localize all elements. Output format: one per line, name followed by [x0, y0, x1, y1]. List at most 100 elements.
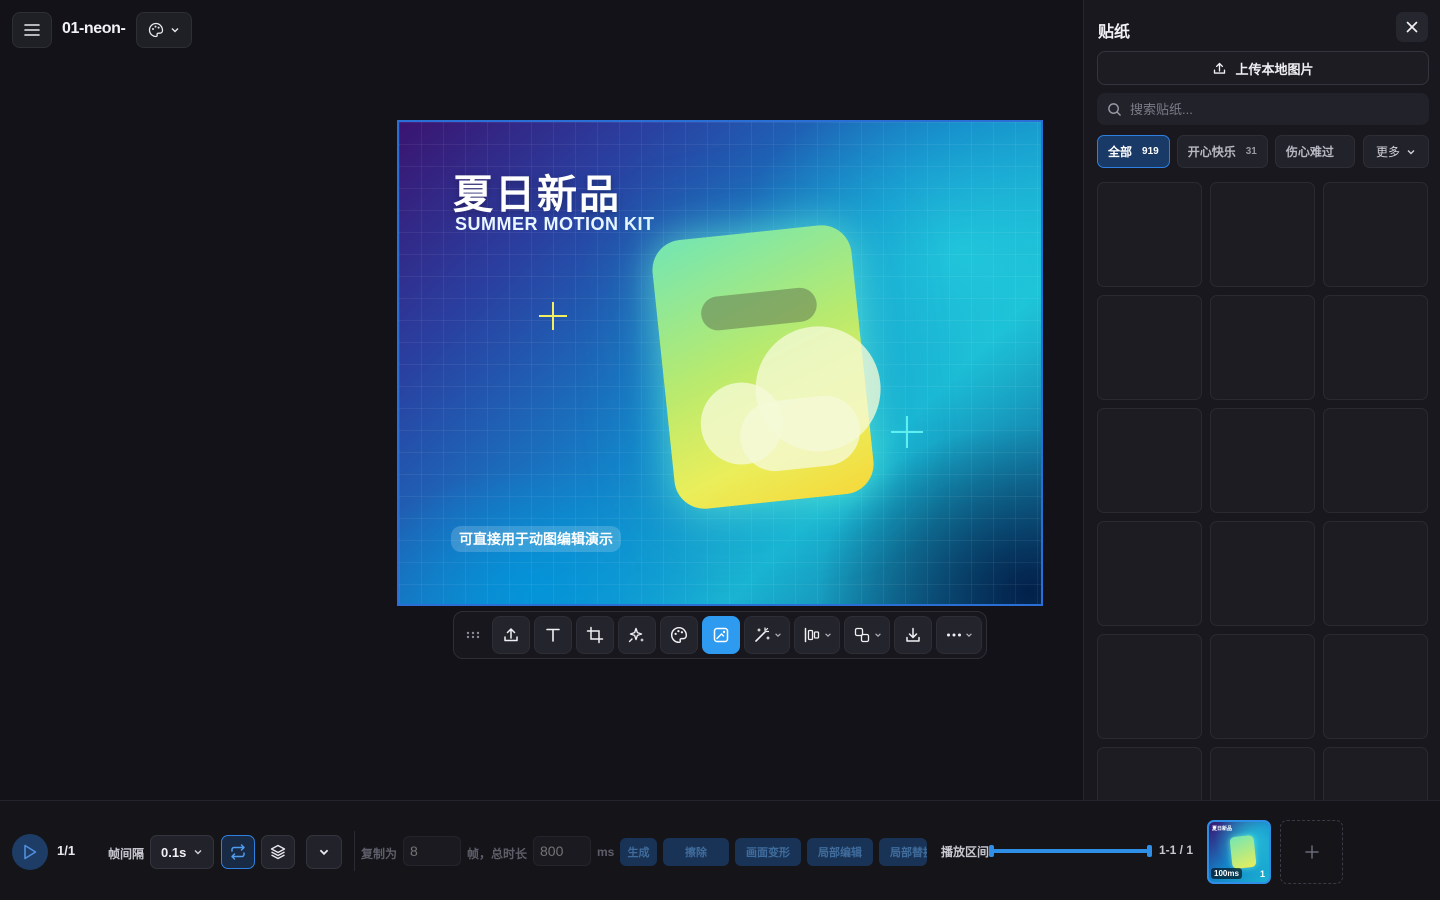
crop-tool-button[interactable] — [576, 616, 614, 654]
sticker-cell[interactable] — [1210, 634, 1315, 739]
sticker-cell[interactable] — [1210, 521, 1315, 626]
more-categories-button[interactable]: 更多 — [1363, 135, 1429, 168]
image-edit-tool-button[interactable] — [702, 616, 740, 654]
sticker-cell[interactable] — [1323, 295, 1428, 400]
text-icon — [546, 628, 560, 642]
document-title[interactable]: 01-neon- — [62, 20, 128, 38]
collapse-timeline-button[interactable] — [306, 835, 342, 869]
chevron-down-icon — [824, 633, 831, 637]
category-tabs: 全部 919 开心快乐 31 伤心难过 — [1097, 135, 1357, 168]
menu-button[interactable] — [12, 12, 52, 48]
warp-button[interactable]: 画面变形 — [735, 838, 801, 866]
ai-sparkle-tool-button[interactable] — [618, 616, 656, 654]
frame-index: 1 — [1259, 869, 1265, 879]
chevron-down-icon — [965, 633, 972, 637]
drag-handle-icon[interactable] — [458, 616, 488, 654]
note-cloud-sticker[interactable] — [649, 222, 887, 512]
play-button[interactable] — [12, 834, 48, 870]
color-tool-button[interactable] — [660, 616, 698, 654]
text-tool-button[interactable] — [534, 616, 572, 654]
hamburger-menu-icon — [24, 24, 40, 36]
close-panel-button[interactable] — [1396, 12, 1428, 42]
editor-canvas[interactable]: 夏日新品 SUMMER MOTION KIT 可直接用于动图编辑演示 — [397, 120, 1043, 606]
crop-icon — [586, 626, 604, 644]
category-count: 919 — [1142, 146, 1159, 157]
app-root: 01-neon- 夏日新品 SUMMER MOTION KIT 可直接用于动图编… — [0, 0, 1440, 900]
more-categories-label: 更多 — [1375, 145, 1400, 159]
interval-value: 0.1s — [161, 844, 187, 860]
sticker-cell[interactable] — [1210, 182, 1315, 287]
download-icon — [906, 627, 920, 642]
sticker-cell[interactable] — [1323, 182, 1428, 287]
upload-button-label: 上传本地图片 — [1235, 61, 1314, 77]
upload-tool-button[interactable] — [492, 616, 530, 654]
add-frame-button[interactable] — [1280, 820, 1343, 884]
layers-button[interactable] — [261, 835, 295, 869]
range-start-handle[interactable] — [989, 845, 994, 857]
category-tab-sad[interactable]: 伤心难过 — [1274, 135, 1355, 168]
sticker-cell[interactable] — [1210, 295, 1315, 400]
range-end-handle[interactable] — [1147, 845, 1152, 857]
interval-select[interactable]: 0.1s — [150, 835, 214, 869]
sticker-cell[interactable] — [1323, 521, 1428, 626]
toolbar-divider — [354, 831, 355, 871]
total-duration-input[interactable] — [533, 836, 591, 866]
category-label: 全部 — [1108, 145, 1133, 159]
sticker-cell[interactable] — [1097, 182, 1202, 287]
canvas-title-text[interactable]: 夏日新品 — [453, 162, 621, 220]
sticker-cell[interactable] — [1097, 295, 1202, 400]
download-tool-button[interactable] — [894, 616, 932, 654]
more-dots-icon — [946, 633, 961, 637]
local-replace-button[interactable]: 局部替换 — [879, 838, 927, 866]
timeline-bar: 1/1 帧间隔 0.1s 复制为 帧，总时长 ms 生成 擦除 画面变形 局部编… — [0, 800, 1440, 900]
sticker-search-box — [1097, 93, 1429, 125]
sparkle-icon — [628, 627, 644, 643]
palette-icon — [148, 22, 164, 38]
sticker-cell[interactable] — [1210, 408, 1315, 513]
canvas-tag-text[interactable]: 可直接用于动图编辑演示 — [451, 526, 621, 552]
generate-button[interactable]: 生成 — [620, 838, 657, 866]
sticker-cell[interactable] — [1097, 634, 1202, 739]
total-duration-label: 帧，总时长 — [467, 847, 528, 861]
sticker-cell[interactable] — [1097, 408, 1202, 513]
image-edit-icon — [713, 627, 729, 643]
frame-thumbnail[interactable]: 夏日新品 100ms 1 — [1207, 820, 1271, 884]
loop-toggle-button[interactable] — [221, 835, 255, 869]
chevron-down-icon — [171, 28, 179, 33]
sticker-cell[interactable] — [1323, 634, 1428, 739]
canvas-subtitle-text[interactable]: SUMMER MOTION KIT — [455, 214, 655, 235]
sticker-cell[interactable] — [1323, 408, 1428, 513]
copy-count-input[interactable] — [403, 836, 461, 866]
category-label: 开心快乐 — [1187, 145, 1236, 159]
sticker-cell[interactable] — [1097, 521, 1202, 626]
local-edit-button[interactable]: 局部编辑 — [807, 838, 873, 866]
frame-counter: 1/1 — [57, 843, 76, 858]
chevron-down-icon — [874, 633, 881, 637]
align-icon — [804, 627, 819, 643]
theme-dropdown-button[interactable] — [136, 12, 192, 48]
upload-local-image-button[interactable]: 上传本地图片 — [1097, 51, 1429, 85]
floating-toolbar — [453, 611, 987, 659]
sticker-search-input[interactable] — [1130, 101, 1410, 117]
thumbnail-sticker — [1229, 834, 1257, 870]
chevron-down-icon — [774, 633, 781, 637]
play-range-slider[interactable] — [991, 849, 1152, 853]
more-tools-dropdown[interactable] — [936, 616, 982, 654]
erase-button[interactable]: 擦除 — [663, 838, 729, 866]
ms-unit-label: ms — [597, 845, 615, 859]
sticker-cell[interactable] — [1210, 747, 1315, 800]
magic-wand-dropdown[interactable] — [744, 616, 790, 654]
sticker-cell[interactable] — [1097, 747, 1202, 800]
transform-dropdown[interactable] — [844, 616, 890, 654]
category-tab-happy[interactable]: 开心快乐 31 — [1176, 135, 1268, 168]
align-dropdown[interactable] — [794, 616, 840, 654]
yellow-plus-decoration — [539, 302, 567, 330]
close-icon — [1406, 21, 1418, 33]
panel-title: 贴纸 — [1098, 24, 1131, 41]
transform-icon — [854, 627, 869, 643]
play-icon — [24, 844, 37, 860]
category-count: 31 — [1245, 146, 1257, 157]
category-tab-all[interactable]: 全部 919 — [1097, 135, 1170, 168]
sticker-cell[interactable] — [1323, 747, 1428, 800]
copy-as-label: 复制为 — [361, 847, 398, 861]
